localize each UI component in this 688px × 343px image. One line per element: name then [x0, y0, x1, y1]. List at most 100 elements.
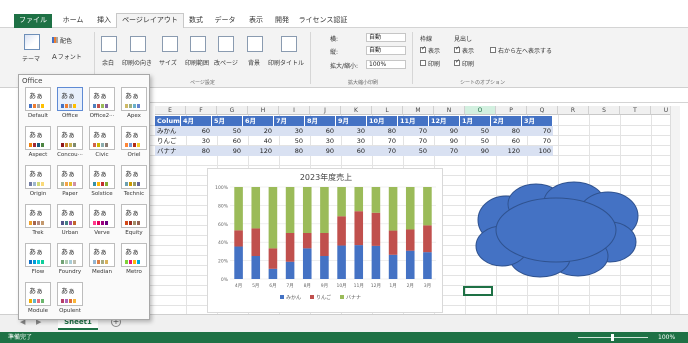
- table-header-cell[interactable]: 6月: [243, 116, 274, 126]
- table-cell[interactable]: 50: [398, 146, 429, 156]
- table-cell[interactable]: 60: [181, 126, 212, 136]
- table-cell[interactable]: 80: [491, 126, 522, 136]
- size-button[interactable]: サイズ: [159, 58, 177, 67]
- theme-option-office[interactable]: あぁ: [57, 87, 83, 111]
- fonts-button[interactable]: Aフォント: [52, 52, 82, 61]
- colors-button[interactable]: 配色: [52, 36, 72, 45]
- background-icon[interactable]: [247, 36, 263, 52]
- table-cell[interactable]: 60: [305, 126, 336, 136]
- column-header-n[interactable]: N: [434, 106, 465, 115]
- column-header-r[interactable]: R: [558, 106, 589, 115]
- theme-option-office2[interactable]: あぁ: [89, 87, 115, 111]
- theme-option-apex[interactable]: あぁ: [121, 87, 147, 111]
- table-cell[interactable]: 80: [181, 146, 212, 156]
- theme-option-flow[interactable]: あぁ: [25, 243, 51, 267]
- table-cell[interactable]: バナナ: [155, 146, 181, 156]
- column-header-f[interactable]: F: [186, 106, 217, 115]
- width-select[interactable]: 自動: [366, 33, 406, 42]
- cloud-shape[interactable]: [470, 180, 642, 278]
- zoom-slider-thumb[interactable]: [611, 334, 614, 341]
- stacked-percent-bar-chart[interactable]: 2023年度売上 0% 20% 40% 60% 80% 100% 4月 5月 6月 7月 8月 9月 10…: [207, 168, 443, 313]
- table-header-cell[interactable]: 10月: [367, 116, 398, 126]
- zoom-level[interactable]: 100%: [658, 332, 675, 343]
- theme-option-technic[interactable]: あぁ: [121, 165, 147, 189]
- size-icon[interactable]: [162, 36, 178, 52]
- table-cell[interactable]: 90: [460, 146, 491, 156]
- tab-insert[interactable]: 挿入: [92, 14, 116, 28]
- column-header-g[interactable]: G: [217, 106, 248, 115]
- theme-option-metro[interactable]: あぁ: [121, 243, 147, 267]
- tab-home[interactable]: ホーム: [58, 14, 88, 28]
- theme-option-opulent[interactable]: あぁ: [57, 282, 83, 306]
- column-header-k[interactable]: K: [341, 106, 372, 115]
- theme-option-oriel[interactable]: あぁ: [121, 126, 147, 150]
- theme-option-solstice[interactable]: あぁ: [89, 165, 115, 189]
- print-titles-button[interactable]: 印刷タイトル: [268, 58, 304, 67]
- column-header-j[interactable]: J: [310, 106, 341, 115]
- tab-page-layout[interactable]: ページレイアウト: [116, 13, 184, 28]
- column-header-q[interactable]: Q: [527, 106, 558, 115]
- table-cell[interactable]: 70: [522, 126, 553, 136]
- table-cell[interactable]: 70: [367, 136, 398, 146]
- table-header-cell[interactable]: 8月: [305, 116, 336, 126]
- scale-spinner[interactable]: 100%: [366, 60, 406, 69]
- table-header-cell[interactable]: 11月: [398, 116, 429, 126]
- active-cell-cursor[interactable]: [463, 286, 493, 296]
- column-header-h[interactable]: H: [248, 106, 279, 115]
- rtl-checkbox[interactable]: [490, 47, 496, 53]
- orientation-button[interactable]: 印刷の向き: [122, 58, 152, 67]
- table-cell[interactable]: 50: [274, 136, 305, 146]
- table-cell[interactable]: 50: [212, 126, 243, 136]
- vertical-scrollbar[interactable]: [670, 106, 680, 314]
- theme-option-foundry[interactable]: あぁ: [57, 243, 83, 267]
- table-header-cell[interactable]: 12月: [429, 116, 460, 126]
- table-header-cell[interactable]: 7月: [274, 116, 305, 126]
- table-cell[interactable]: 50: [460, 136, 491, 146]
- table-cell[interactable]: 90: [429, 136, 460, 146]
- theme-option-concou[interactable]: あぁ: [57, 126, 83, 150]
- table-cell[interactable]: みかん: [155, 126, 181, 136]
- table-header-cell[interactable]: 2月: [491, 116, 522, 126]
- table-header-cell[interactable]: 5月: [212, 116, 243, 126]
- table-cell[interactable]: 60: [336, 146, 367, 156]
- table-header-cell[interactable]: 9月: [336, 116, 367, 126]
- table-cell[interactable]: 80: [274, 146, 305, 156]
- table-header-cell[interactable]: 1月: [460, 116, 491, 126]
- table-cell[interactable]: 70: [367, 146, 398, 156]
- theme-option-verve[interactable]: あぁ: [89, 204, 115, 228]
- table-cell[interactable]: りんご: [155, 136, 181, 146]
- table-cell[interactable]: 120: [243, 146, 274, 156]
- gridlines-view-checkbox[interactable]: [420, 45, 426, 53]
- margins-button[interactable]: 余白: [102, 58, 114, 67]
- background-button[interactable]: 背景: [248, 58, 260, 67]
- theme-option-aspect[interactable]: あぁ: [25, 126, 51, 150]
- theme-option-default[interactable]: あぁ: [25, 87, 51, 111]
- column-header-m[interactable]: M: [403, 106, 434, 115]
- table-cell[interactable]: 30: [336, 136, 367, 146]
- column-header-p[interactable]: P: [496, 106, 527, 115]
- table-cell[interactable]: 70: [398, 126, 429, 136]
- height-select[interactable]: 自動: [366, 46, 406, 55]
- tab-data[interactable]: データ: [210, 14, 240, 28]
- breaks-button[interactable]: 改ページ: [214, 58, 238, 67]
- orientation-icon[interactable]: [130, 36, 146, 52]
- column-header-e[interactable]: E: [155, 106, 186, 115]
- theme-option-civic[interactable]: あぁ: [89, 126, 115, 150]
- theme-option-median[interactable]: あぁ: [89, 243, 115, 267]
- gridlines-print-checkbox[interactable]: [420, 60, 426, 66]
- table-cell[interactable]: 40: [243, 136, 274, 146]
- table-header-cell[interactable]: 4月: [181, 116, 212, 126]
- breaks-icon[interactable]: [218, 36, 234, 52]
- table-cell[interactable]: 70: [522, 136, 553, 146]
- table-cell[interactable]: 60: [491, 136, 522, 146]
- theme-option-equity[interactable]: あぁ: [121, 204, 147, 228]
- table-cell[interactable]: 90: [429, 126, 460, 136]
- table-cell[interactable]: 80: [367, 126, 398, 136]
- table-cell[interactable]: 90: [305, 146, 336, 156]
- theme-option-module[interactable]: あぁ: [25, 282, 51, 306]
- tab-file[interactable]: ファイル: [14, 14, 52, 28]
- tab-developer[interactable]: 開発: [270, 14, 294, 28]
- tab-formulas[interactable]: 数式: [184, 14, 208, 28]
- column-header-i[interactable]: I: [279, 106, 310, 115]
- table-cell[interactable]: 120: [491, 146, 522, 156]
